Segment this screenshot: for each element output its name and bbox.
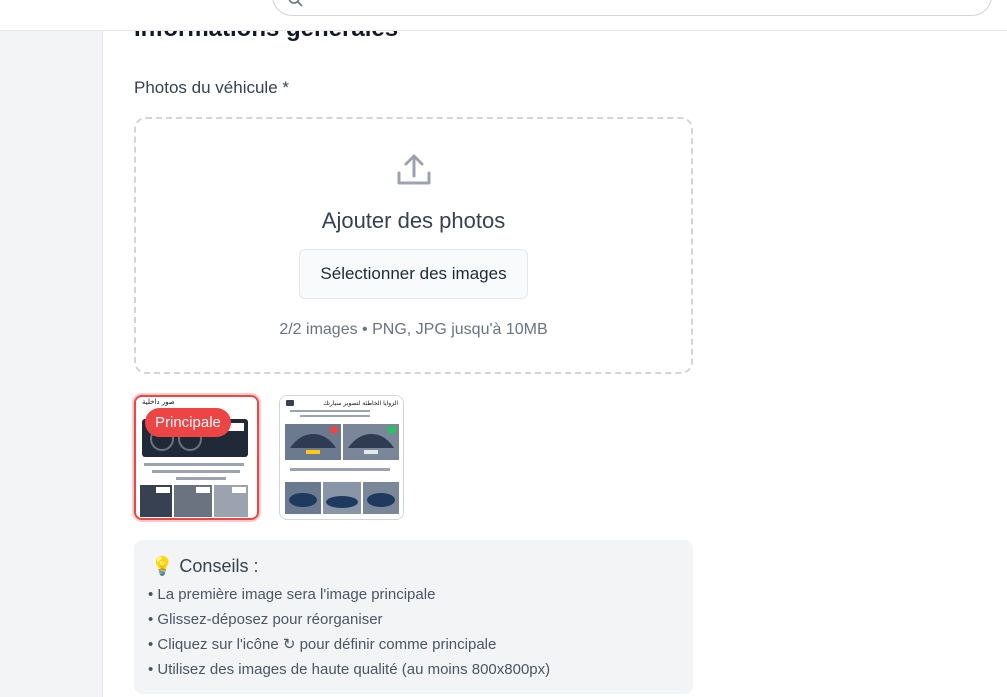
upload-icon — [397, 154, 431, 185]
dropzone-hint: 2/2 images • PNG, JPG jusqu'à 10MB — [279, 321, 548, 338]
photos-label: Photos du véhicule * — [134, 78, 289, 97]
left-rail — [0, 31, 102, 697]
top-bar — [0, 0, 1007, 31]
tip-item: • Glissez-déposez pour réorganiser — [148, 611, 383, 628]
thumbnail-header-text: الزوايا الخاطئة لتصوير سيارتك — [323, 400, 398, 407]
form-card: Informations générales Photos du véhicul… — [102, 0, 1007, 697]
search-input[interactable] — [272, 0, 992, 16]
tip-item: • La première image sera l'image princip… — [148, 586, 436, 603]
lightbulb-icon: 💡 — [151, 556, 174, 576]
dropzone-title: Ajouter des photos — [321, 208, 506, 233]
photo-thumbnail[interactable]: الزوايا الخاطئة لتصوير سيارتك — [279, 395, 404, 520]
main-photo-badge: Principale — [145, 408, 231, 437]
tips-title: 💡 Conseils : — [151, 556, 258, 577]
thumbnail-header-text: صور داخلية — [142, 398, 175, 406]
select-images-button[interactable]: Sélectionner des images — [299, 249, 528, 299]
tips-panel: 💡 Conseils : • La première image sera l'i… — [134, 540, 693, 694]
search-icon — [288, 0, 303, 7]
tip-item: • Cliquez sur l'icône ↻ pour définir com… — [148, 636, 497, 653]
tips-list: • La première image sera l'image princip… — [148, 585, 550, 685]
tips-title-text: Conseils : — [179, 556, 259, 576]
thumbnail-image-car-angles: الزوايا الخاطئة لتصوير سيارتك — [280, 396, 403, 519]
photo-dropzone[interactable]: Ajouter des photos Sélectionner des imag… — [134, 117, 693, 374]
tip-item: • Utilisez des images de haute qualité (… — [148, 661, 551, 678]
